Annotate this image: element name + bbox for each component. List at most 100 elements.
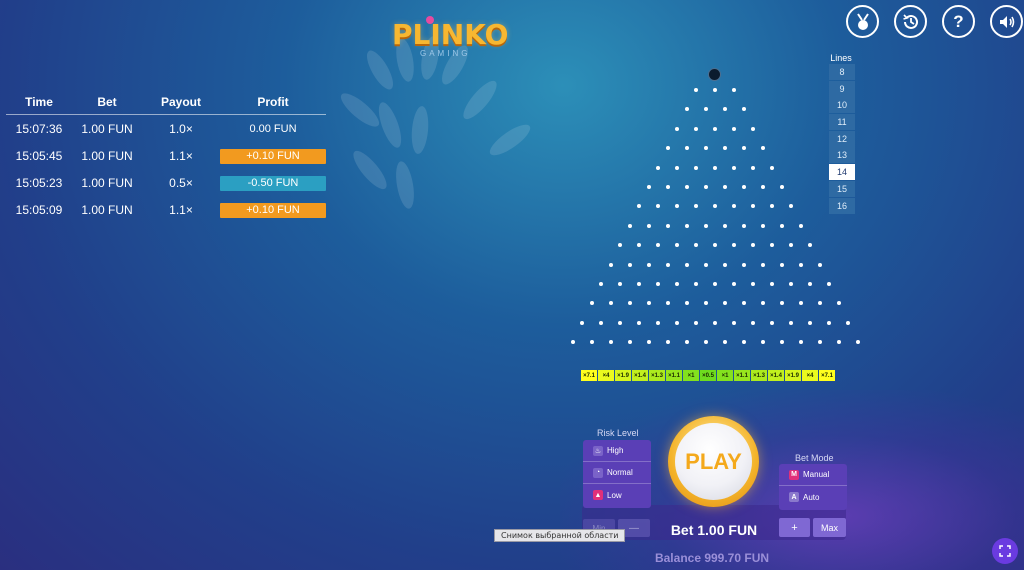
peg	[732, 204, 736, 209]
peg	[675, 165, 679, 170]
peg	[637, 204, 641, 209]
peg	[713, 165, 717, 170]
peg	[570, 340, 575, 345]
peg	[713, 126, 717, 131]
peg	[798, 223, 803, 228]
cell-profit: +0.10 FUN	[220, 148, 326, 164]
peg	[684, 185, 689, 189]
peg	[694, 126, 698, 131]
bet-history-table: Time Bet Payout Profit 15:07:36 1.00 FUN 1…	[6, 95, 326, 223]
peg	[627, 301, 632, 306]
peg	[760, 146, 765, 151]
sound-button[interactable]	[990, 5, 1023, 38]
multiplier-slot: ×1.4	[632, 370, 648, 381]
multiplier-slot: ×4	[598, 370, 614, 381]
lines-option-15[interactable]: 15	[829, 180, 855, 197]
bet-amount: Bet 1.00 FUN	[670, 522, 758, 538]
medal-button[interactable]	[846, 5, 879, 38]
lines-option-8[interactable]: 8	[829, 64, 855, 80]
header-time: Time	[25, 95, 53, 109]
peg	[646, 340, 651, 345]
peg	[760, 185, 765, 189]
peg	[751, 204, 755, 209]
lines-option-13[interactable]: 13	[829, 147, 855, 164]
lines-option-10[interactable]: 10	[829, 97, 855, 114]
cell-time: 15:05:45	[15, 148, 63, 163]
peg	[741, 185, 746, 189]
peg	[618, 320, 622, 325]
peg	[722, 340, 727, 345]
logo-title: PLINKO	[392, 18, 509, 51]
help-button[interactable]: ?	[942, 5, 975, 38]
multiplier-slot: ×1.9	[615, 370, 631, 381]
cell-bet: 1.00 FUN	[81, 202, 133, 217]
medal-icon	[856, 12, 869, 30]
peg	[656, 320, 660, 325]
peg	[646, 301, 651, 306]
peg	[703, 262, 708, 267]
peg	[665, 340, 670, 345]
play-button[interactable]: PLAY	[668, 416, 759, 507]
table-row: 15:07:36 1.00 FUN 1.0× 0.00 FUN	[6, 115, 326, 142]
peg	[599, 320, 603, 325]
cell-bet: 1.00 FUN	[81, 121, 133, 136]
lines-option-14[interactable]: 14	[829, 164, 855, 181]
peg	[646, 185, 651, 189]
lines-option-16[interactable]: 16	[829, 197, 855, 214]
peg	[684, 107, 689, 112]
peg	[694, 282, 698, 286]
risk-option-label: Normal	[607, 468, 633, 477]
profit-badge: -0.50 FUN	[220, 175, 326, 191]
fullscreen-button[interactable]	[992, 538, 1018, 564]
peg	[779, 340, 784, 345]
bet-mode-key-icon: A	[789, 492, 799, 502]
peg	[732, 243, 736, 248]
history-icon	[902, 13, 918, 29]
history-button[interactable]	[894, 5, 927, 38]
multiplier-slot: ×0.5	[700, 370, 716, 381]
peg	[760, 262, 765, 267]
peg	[722, 107, 727, 112]
peg	[713, 243, 717, 248]
risk-option-normal[interactable]: ◔ Normal	[583, 462, 651, 484]
lines-option-11[interactable]: 11	[829, 114, 855, 131]
peg	[741, 146, 746, 151]
bet-mode-auto[interactable]: A Auto	[779, 486, 847, 508]
bet-mode-manual[interactable]: M Manual	[779, 464, 847, 486]
peg	[732, 88, 736, 92]
screenshot-tooltip: Снимок выбранной области	[494, 529, 626, 542]
risk-option-high[interactable]: ♨ High	[583, 440, 651, 462]
lines-option-12[interactable]: 12	[829, 130, 855, 147]
cell-payout: 1.1×	[169, 148, 193, 163]
bet-mode-label: Manual	[803, 470, 830, 479]
peg	[580, 320, 584, 325]
header-profit: Profit	[257, 95, 289, 109]
peg	[665, 146, 670, 151]
peg	[770, 320, 774, 325]
peg	[770, 165, 774, 170]
multiplier-slot: ×1	[717, 370, 733, 381]
peg	[798, 301, 803, 306]
table-row: 15:05:45 1.00 FUN 1.1× +0.10 FUN	[6, 142, 326, 169]
peg	[694, 165, 698, 170]
max-bet-button[interactable]: Max	[813, 518, 846, 537]
peg	[779, 262, 784, 267]
cell-time: 15:05:09	[15, 202, 63, 217]
increase-bet-button[interactable]: +	[779, 518, 810, 537]
cell-payout: 1.0×	[169, 121, 193, 136]
multiplier-slot: ×4	[802, 370, 818, 381]
peg	[675, 204, 679, 209]
table-body: 15:07:36 1.00 FUN 1.0× 0.00 FUN 15:05:45 1.00…	[6, 115, 326, 223]
fire-icon: ♨	[593, 445, 603, 456]
peg	[608, 262, 613, 267]
lines-label: Lines	[830, 53, 852, 63]
risk-option-low[interactable]: ▲ Low	[583, 484, 651, 506]
cell-payout: 0.5×	[169, 175, 193, 190]
plinko-ball	[708, 68, 721, 81]
table-row: 15:05:09 1.00 FUN 1.1× +0.10 FUN	[6, 196, 326, 223]
risk-option-label: Low	[607, 490, 622, 500]
peg	[694, 320, 698, 325]
peg	[627, 262, 632, 267]
peg	[703, 185, 708, 189]
lines-option-9[interactable]: 9	[829, 80, 855, 97]
